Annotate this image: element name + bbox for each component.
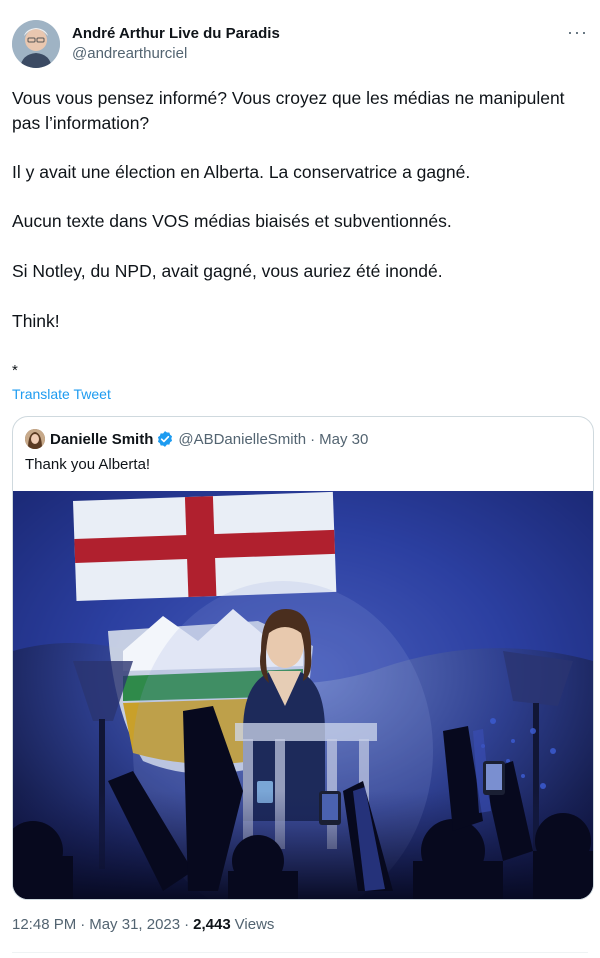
quoted-tweet-header: Danielle Smith @ABDanielleSmith · May 30 bbox=[25, 429, 368, 449]
tweet-paragraph: Vous vous pensez informé? Vous croyez qu… bbox=[12, 88, 565, 133]
views-label: Views bbox=[234, 916, 275, 933]
quoted-text: Thank you Alberta! bbox=[25, 456, 151, 473]
views-count: 2,443 bbox=[193, 916, 231, 933]
author-avatar[interactable] bbox=[12, 20, 60, 68]
tweet-meta: 12:48 PM · May 31, 2023 · 2,443 Views bbox=[12, 916, 274, 933]
tweet-paragraph: Aucun texte dans VOS médias biaisés et s… bbox=[12, 211, 452, 231]
quoted-author-name[interactable]: Danielle Smith bbox=[50, 431, 153, 448]
tweet-paragraph: Si Notley, du NPD, avait gagné, vous aur… bbox=[12, 261, 443, 281]
author-name[interactable]: André Arthur Live du Paradis bbox=[72, 24, 280, 43]
divider bbox=[12, 952, 588, 953]
separator-dot: · bbox=[310, 430, 316, 448]
tweet-header: André Arthur Live du Paradis @andrearthu… bbox=[12, 20, 588, 70]
separator-dot: · bbox=[184, 916, 190, 933]
tweet-paragraph: Il y avait une élection en Alberta. La c… bbox=[12, 162, 471, 182]
separator-dot: · bbox=[80, 916, 86, 933]
quoted-avatar bbox=[25, 429, 45, 449]
quoted-tweet[interactable]: Danielle Smith @ABDanielleSmith · May 30… bbox=[12, 416, 594, 900]
tweet-time[interactable]: 12:48 PM bbox=[12, 916, 76, 933]
tweet-paragraph: * bbox=[12, 362, 18, 379]
tweet-paragraph: Think! bbox=[12, 311, 60, 331]
more-horizontal-icon[interactable]: ··· bbox=[567, 22, 588, 43]
quoted-author-handle[interactable]: @ABDanielleSmith bbox=[178, 431, 306, 448]
quoted-photo[interactable] bbox=[13, 491, 593, 899]
translate-tweet-link[interactable]: Translate Tweet bbox=[12, 386, 111, 402]
author-handle[interactable]: @andrearthurciel bbox=[72, 44, 280, 63]
verified-badge-icon bbox=[158, 431, 173, 447]
quoted-date[interactable]: May 30 bbox=[319, 431, 368, 448]
tweet-date[interactable]: May 31, 2023 bbox=[89, 916, 180, 933]
